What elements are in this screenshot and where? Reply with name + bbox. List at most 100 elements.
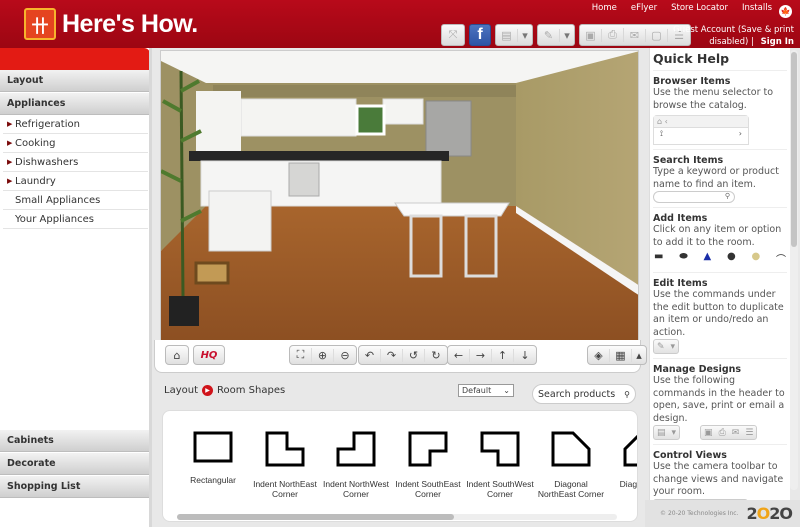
arrow-down-icon: ↓: [520, 348, 530, 362]
shape-label: Indent SouthWest Corner: [466, 479, 534, 499]
arrow-right-icon: ▶: [7, 139, 13, 147]
sidebar-section-shopping-list[interactable]: Shopping List: [0, 476, 150, 498]
chevron-down-icon: ▾: [671, 427, 677, 438]
account-info: Guest Account (Save & print disabled) | …: [644, 24, 794, 48]
2d-view-button[interactable]: ▦: [610, 348, 632, 362]
top-links: Home eFlyer Store Locator Installs: [592, 3, 772, 13]
item-label: Laundry: [15, 175, 56, 187]
rectangular-shape-icon: [193, 431, 233, 463]
sidebar-divider: [149, 48, 152, 527]
section-text: Click on any item or option to add it to…: [653, 224, 782, 248]
sidebar-section-layout[interactable]: Layout: [0, 70, 150, 92]
orbit-down-button[interactable]: ↷: [381, 348, 403, 362]
sidebar-section-cabinets[interactable]: Cabinets: [0, 430, 150, 452]
scrollbar-thumb[interactable]: [791, 52, 797, 247]
shape-indent-northwest[interactable]: Indent NorthWest Corner: [320, 431, 392, 499]
orbit-up-button[interactable]: ↶: [359, 348, 381, 362]
save-button[interactable]: ▣: [580, 28, 602, 42]
fullscreen-icon: ⤧: [448, 28, 458, 41]
shape-diagonal-next[interactable]: Diagonal Co: [607, 431, 637, 489]
view-options-button[interactable]: ▴: [632, 349, 646, 362]
vertical-scrollbar[interactable]: [790, 50, 798, 490]
sidebar-section-decorate[interactable]: Decorate: [0, 453, 150, 475]
item-label: Dishwashers: [15, 156, 79, 168]
room-shapes-panel: Rectangular Indent NorthEast Corner Inde…: [162, 410, 638, 522]
sort-select[interactable]: Default ⌄: [458, 384, 514, 397]
kitchen-render: [161, 51, 638, 341]
zoom-in-button[interactable]: ⊕: [312, 348, 334, 362]
sidebar-item-refrigeration[interactable]: ▶ Refrigeration: [3, 115, 148, 134]
3d-view-button[interactable]: ◈: [588, 348, 610, 362]
link-store-locator[interactable]: Store Locator: [671, 3, 728, 13]
edit-preview: ✎ ▾: [653, 339, 680, 354]
document-icon: ▤: [657, 427, 666, 438]
link-eflyer[interactable]: eFlyer: [631, 3, 657, 13]
print-button[interactable]: ⎙: [602, 28, 624, 42]
facebook-icon: f: [477, 26, 483, 43]
3d-room-view[interactable]: [160, 50, 639, 342]
open-menu-button[interactable]: ▤ ▾: [495, 24, 533, 46]
view-mode-group: ◈ ▦ ▴: [587, 345, 647, 365]
print-icon: ⎙: [608, 28, 617, 41]
chevron-up-icon: ▴: [636, 348, 642, 362]
shape-indent-northeast[interactable]: Indent NorthEast Corner: [249, 431, 321, 499]
indent-northwest-shape-icon: [336, 431, 376, 467]
search-placeholder: Search products: [538, 388, 616, 400]
sidebar-item-cooking[interactable]: ▶ Cooking: [3, 134, 148, 153]
email-button[interactable]: ✉: [624, 28, 646, 42]
edit-menu-button[interactable]: ✎ ▾: [537, 24, 575, 46]
scrollbar-thumb[interactable]: [177, 514, 454, 520]
pan-left-button[interactable]: ←: [448, 348, 470, 362]
logo[interactable]: 卄 Here's How.: [24, 8, 198, 40]
copyright: © 20-20 Technologies Inc.: [660, 510, 739, 517]
diagonal-northeast-shape-icon: [551, 431, 591, 467]
pan-right-button[interactable]: →: [470, 348, 492, 362]
search-input[interactable]: Search products ⚲: [532, 384, 636, 404]
sidebar-item-your-appliances[interactable]: Your Appliances: [3, 210, 148, 229]
shape-label: Indent SouthEast Corner: [395, 479, 461, 499]
fullscreen-button[interactable]: ⤧: [441, 24, 465, 46]
shape-rectangular[interactable]: Rectangular: [177, 431, 249, 485]
home-icon: ⌂: [173, 348, 181, 362]
section-title: Control Views: [653, 450, 727, 461]
rotate-left-icon: ↺: [408, 348, 419, 362]
pencil-icon: ✎: [657, 341, 665, 352]
arrow-up-icon: ↑: [497, 348, 508, 362]
sidebar-item-laundry[interactable]: ▶ Laundry: [3, 172, 148, 191]
sidebar-item-dishwashers[interactable]: ▶ Dishwashers: [3, 153, 148, 172]
sign-in-link[interactable]: Sign In: [761, 37, 794, 47]
hq-render-button[interactable]: HQ: [193, 345, 225, 365]
home-view-button[interactable]: ⌂: [165, 345, 189, 365]
shape-indent-southwest[interactable]: Indent SouthWest Corner: [464, 431, 536, 499]
canada-flag-icon[interactable]: 🍁: [779, 5, 792, 18]
search-preview-icon: ⚲: [653, 191, 735, 203]
header: 卄 Here's How. Home eFlyer Store Locator …: [0, 0, 800, 48]
breadcrumb-layout[interactable]: Layout: [164, 385, 198, 396]
arrow-right-icon: →: [475, 348, 486, 362]
print-icon: ⎙: [718, 427, 726, 438]
sidebar-item-small-appliances[interactable]: Small Appliances: [3, 191, 148, 210]
sidebar-section-appliances[interactable]: Appliances: [0, 93, 150, 115]
shape-diagonal-northeast[interactable]: Diagonal NorthEast Corner: [535, 431, 607, 499]
rotate-left-button[interactable]: ↺: [403, 348, 425, 362]
horizontal-scrollbar[interactable]: [177, 514, 617, 520]
diagonal-shape-icon: [623, 434, 637, 467]
breadcrumb-room-shapes: Room Shapes: [217, 385, 286, 396]
section-title: Browser Items: [653, 76, 731, 87]
hq-icon: HQ: [200, 349, 218, 361]
shape-indent-southeast[interactable]: Indent SouthEast Corner: [392, 431, 464, 499]
save-icon: ▣: [585, 28, 596, 42]
search-icon[interactable]: ⚲: [624, 390, 630, 399]
breadcrumb: Layout ▶ Room Shapes: [164, 385, 285, 396]
zoom-group: ⛶ ⊕ ⊖: [289, 345, 357, 365]
pan-down-button[interactable]: ↓: [514, 349, 536, 362]
chevron-down-icon: ▾: [670, 341, 676, 352]
pan-up-button[interactable]: ↑: [492, 348, 514, 362]
facebook-button[interactable]: f: [469, 24, 491, 46]
link-installs[interactable]: Installs: [742, 3, 772, 13]
link-home[interactable]: Home: [592, 3, 617, 13]
sidebar: Layout Appliances ▶ Refrigeration ▶ Cookin…: [0, 48, 152, 527]
rotate-right-button[interactable]: ↻: [425, 349, 447, 362]
fit-view-button[interactable]: ⛶: [290, 348, 312, 362]
zoom-out-button[interactable]: ⊖: [334, 349, 356, 362]
